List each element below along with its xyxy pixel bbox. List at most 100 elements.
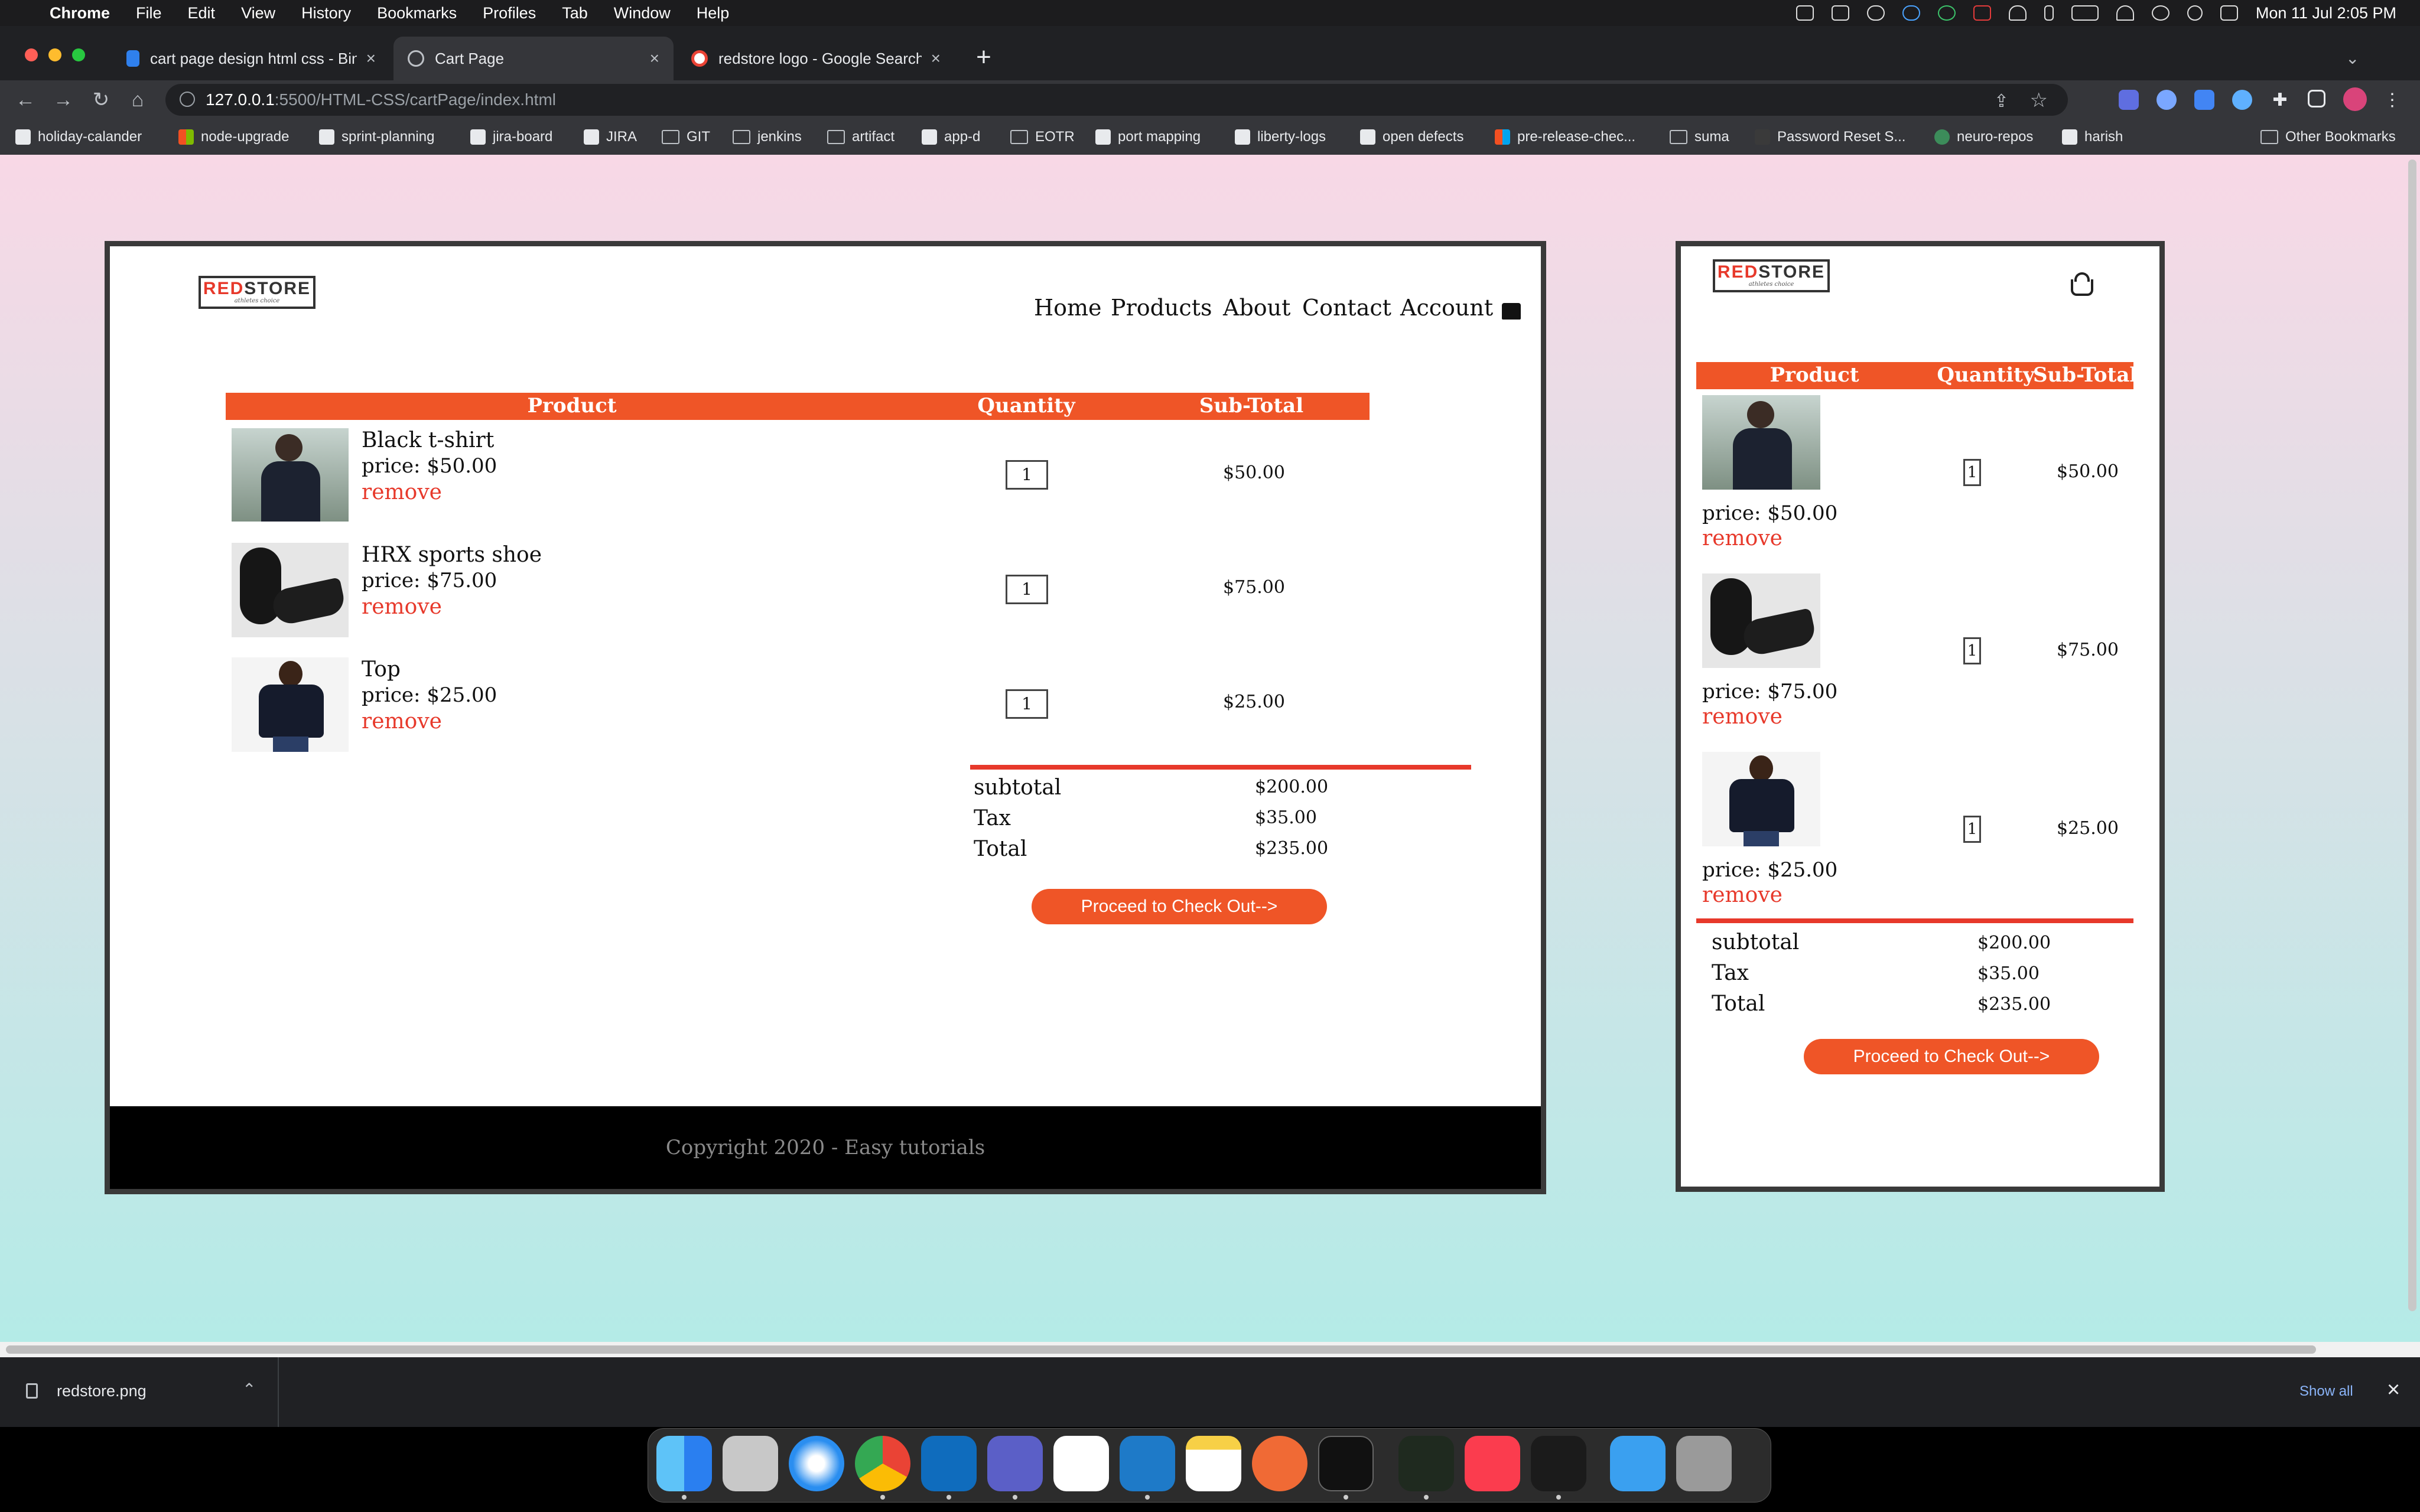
bookmark-star-icon[interactable]: ☆ xyxy=(2030,89,2048,112)
product-image[interactable] xyxy=(1702,395,1820,490)
chevron-up-icon[interactable]: ⌃ xyxy=(242,1380,256,1399)
search-icon[interactable] xyxy=(2187,5,2203,21)
new-tab-button[interactable]: + xyxy=(969,43,998,72)
bookmark-folder[interactable]: EOTR xyxy=(1010,119,1075,155)
address-bar[interactable]: 127.0.0.1:5500/HTML-CSS/cartPage/index.h… xyxy=(165,84,2068,116)
nav-about[interactable]: About xyxy=(1223,295,1290,321)
scrollbar-thumb[interactable] xyxy=(6,1345,2316,1354)
notes-icon[interactable] xyxy=(1186,1436,1241,1491)
home-icon[interactable]: ⌂ xyxy=(123,85,152,115)
bookmark-item[interactable]: liberty-logs xyxy=(1235,119,1326,155)
extension-icon[interactable] xyxy=(2156,90,2177,110)
downloads-folder-icon[interactable] xyxy=(1610,1436,1666,1491)
quantity-input[interactable]: 1 xyxy=(1006,460,1048,490)
quantity-input[interactable]: 1 xyxy=(1963,816,1981,843)
bookmark-folder[interactable]: GIT xyxy=(662,119,710,155)
postman-icon[interactable] xyxy=(1252,1436,1307,1491)
bluetooth-icon[interactable] xyxy=(2044,5,2054,21)
teams-icon[interactable] xyxy=(987,1436,1043,1491)
window-zoom-button[interactable] xyxy=(72,48,85,61)
menu-profiles[interactable]: Profiles xyxy=(483,4,536,22)
extension-icon[interactable] xyxy=(2119,90,2139,110)
site-info-icon[interactable] xyxy=(180,92,195,107)
webex-icon[interactable] xyxy=(1531,1436,1586,1491)
quantity-input[interactable]: 1 xyxy=(1006,689,1048,719)
product-image[interactable] xyxy=(1702,573,1820,668)
menu-history[interactable]: History xyxy=(301,4,351,22)
headphones-icon[interactable] xyxy=(2008,5,2027,21)
bookmark-item[interactable]: app-d xyxy=(922,119,980,155)
finder-icon[interactable] xyxy=(656,1436,712,1491)
avatar[interactable] xyxy=(2343,87,2367,111)
menu-bookmarks[interactable]: Bookmarks xyxy=(377,4,457,22)
shield-icon[interactable] xyxy=(1973,5,1991,21)
bookmark-item[interactable]: pre-release-chec... xyxy=(1495,119,1635,155)
wifi-icon[interactable] xyxy=(2116,5,2134,21)
forward-arrow-icon[interactable]: → xyxy=(48,85,78,115)
remove-link[interactable]: remove xyxy=(362,709,442,734)
checkout-button[interactable]: Proceed to Check Out--> xyxy=(1804,1039,2099,1074)
shopping-bag-icon[interactable] xyxy=(1502,303,1521,320)
remove-link[interactable]: remove xyxy=(1702,705,1783,729)
bookmark-item[interactable]: open defects xyxy=(1360,119,1463,155)
nav-home[interactable]: Home xyxy=(1034,295,1102,321)
checkout-button[interactable]: Proceed to Check Out--> xyxy=(1032,889,1327,924)
show-all-link[interactable]: Show all xyxy=(2299,1383,2353,1400)
tab-close-icon[interactable]: × xyxy=(366,49,376,68)
launchpad-icon[interactable] xyxy=(723,1436,778,1491)
translate-icon[interactable] xyxy=(2194,90,2214,110)
redstore-logo[interactable]: REDSTORE athletes choice xyxy=(1713,259,1830,292)
other-bookmarks-folder[interactable]: Other Bookmarks xyxy=(2260,119,2396,155)
bookmark-item[interactable]: jira-board xyxy=(470,119,552,155)
quantity-input[interactable]: 1 xyxy=(1963,459,1981,486)
bookmark-item[interactable]: sprint-planning xyxy=(319,119,434,155)
status-icon[interactable] xyxy=(1831,5,1849,21)
bookmark-item[interactable]: node-upgrade xyxy=(178,119,289,155)
nav-account[interactable]: Account xyxy=(1400,295,1493,321)
bookmark-folder[interactable]: artifact xyxy=(827,119,895,155)
calendar-icon[interactable] xyxy=(1053,1436,1109,1491)
chrome-icon[interactable] xyxy=(855,1436,910,1491)
sourcetree-icon[interactable] xyxy=(1398,1436,1454,1491)
menu-edit[interactable]: Edit xyxy=(188,4,216,22)
quantity-input[interactable]: 1 xyxy=(1963,637,1981,664)
menu-file[interactable]: File xyxy=(136,4,162,22)
dollar-icon[interactable] xyxy=(1937,5,1956,21)
trash-icon[interactable] xyxy=(1676,1436,1732,1491)
bookmark-folder[interactable]: jenkins xyxy=(733,119,802,155)
outlook-icon[interactable] xyxy=(921,1436,977,1491)
remove-link[interactable]: remove xyxy=(1702,883,1783,907)
tab-close-icon[interactable]: × xyxy=(650,49,659,68)
window-close-button[interactable] xyxy=(25,48,38,61)
tab-cart-page[interactable]: Cart Page × xyxy=(393,37,674,80)
reload-icon[interactable]: ↻ xyxy=(86,85,116,115)
product-image[interactable] xyxy=(232,657,349,752)
nav-contact[interactable]: Contact xyxy=(1302,295,1391,321)
bookmark-item[interactable]: Password Reset S... xyxy=(1755,119,1905,155)
status-icon[interactable] xyxy=(1796,5,1814,21)
bookmark-item[interactable]: holiday-calander xyxy=(15,119,142,155)
product-image[interactable] xyxy=(1702,752,1820,846)
bookmark-item[interactable]: neuro-repos xyxy=(1934,119,2033,155)
menu-tab[interactable]: Tab xyxy=(562,4,588,22)
bookmark-item[interactable]: JIRA xyxy=(584,119,637,155)
nav-products[interactable]: Products xyxy=(1111,295,1212,321)
terminal-icon[interactable] xyxy=(1318,1436,1374,1491)
more-menu-icon[interactable]: ⋮ xyxy=(2383,90,2403,110)
share-icon[interactable]: ⇪ xyxy=(1994,91,2009,112)
product-image[interactable] xyxy=(232,543,349,637)
menubar-clock[interactable]: Mon 11 Jul 2:05 PM xyxy=(2256,4,2396,22)
tab-close-icon[interactable]: × xyxy=(931,49,941,68)
vertical-scrollbar[interactable] xyxy=(2405,155,2420,1342)
vscode-icon[interactable] xyxy=(1120,1436,1175,1491)
extension-icon[interactable] xyxy=(2232,90,2252,110)
tab-bing-search[interactable]: cart page design html css - Bin × xyxy=(112,37,390,80)
bookmark-item[interactable]: harish xyxy=(2062,119,2123,155)
downloads-close-icon[interactable]: × xyxy=(2387,1377,2400,1403)
user-icon[interactable] xyxy=(2151,5,2169,21)
tab-google-search[interactable]: redstore logo - Google Search × xyxy=(677,37,955,80)
download-item[interactable]: redstore.png ⌃ xyxy=(0,1357,279,1427)
puzzle-icon[interactable]: ✚ xyxy=(2270,90,2290,110)
bookmark-folder[interactable]: suma xyxy=(1670,119,1729,155)
basket-icon[interactable] xyxy=(2071,279,2093,296)
